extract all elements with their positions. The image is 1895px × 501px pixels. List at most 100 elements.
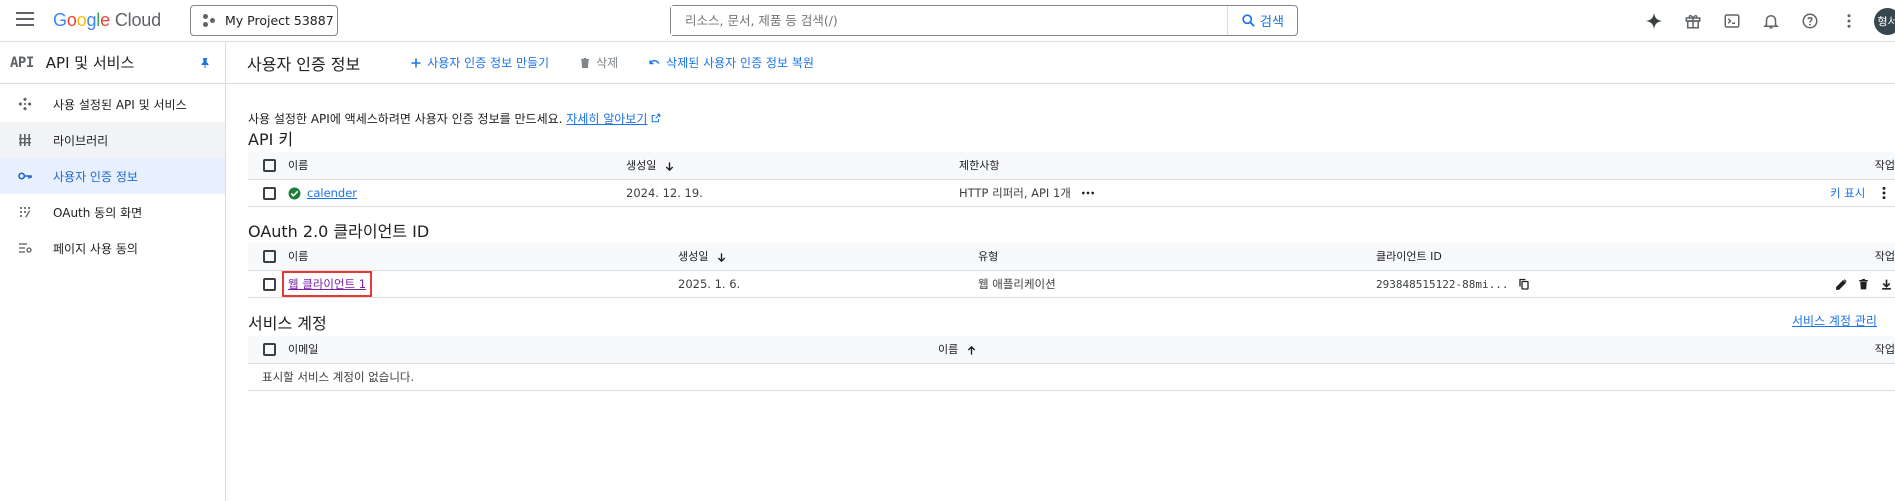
logo-letter: o <box>76 10 87 30</box>
restore-deleted-credentials-button[interactable]: 삭제된 사용자 인증 정보 복원 <box>648 54 814 71</box>
search-icon <box>1242 14 1255 27</box>
action-bar: 사용자 인증 정보 사용자 인증 정보 만들기 삭제 삭제된 사용자 인증 정보… <box>227 42 1895 84</box>
google-cloud-logo[interactable]: Google Cloud <box>53 10 161 31</box>
column-header-actions: 작업 <box>1874 343 1895 357</box>
page-title: 사용자 인증 정보 <box>247 54 361 74</box>
delete-label: 삭제 <box>596 56 619 70</box>
project-icon <box>203 13 217 28</box>
top-bar: GoogleCloud My Project 53887 검색 형서 <box>0 0 1895 42</box>
api-hub-icon <box>17 96 33 112</box>
copy-icon[interactable] <box>1518 278 1530 290</box>
api-logo: API <box>10 54 34 71</box>
sidebar-item-label: 라이브러리 <box>53 133 109 148</box>
restore-label: 삭제된 사용자 인증 정보 복원 <box>666 56 814 70</box>
select-all-checkbox[interactable] <box>263 250 276 263</box>
api-key-name-link[interactable]: calender <box>307 186 357 200</box>
logo-letter: e <box>100 10 110 30</box>
main-content: 사용자 인증 정보 사용자 인증 정보 만들기 삭제 삭제된 사용자 인증 정보… <box>227 42 1895 501</box>
sidebar-nav: 사용 설정된 API 및 서비스 라이브러리 사용자 인증 정보 OAuth 동… <box>0 84 225 266</box>
oauth-client-type: 웹 애플리케이션 <box>978 276 1056 291</box>
table-row: calender 2024. 12. 19. HTTP 리퍼러, API 1개 … <box>248 179 1895 207</box>
column-header-name: 이름 <box>288 159 309 173</box>
learn-more-label: 자세히 알아보기 <box>566 112 648 126</box>
sidebar-item-credentials[interactable]: 사용자 인증 정보 <box>0 158 225 194</box>
sidebar-item-oauth-consent[interactable]: OAuth 동의 화면 <box>0 194 225 230</box>
search-button[interactable]: 검색 <box>1227 6 1297 35</box>
sidebar-item-page-usage-agreements[interactable]: 페이지 사용 동의 <box>0 230 225 266</box>
logo-letter: g <box>86 10 97 30</box>
service-accounts-title: 서비스 계정 <box>248 314 327 333</box>
intro-text: 사용 설정한 API에 액세스하려면 사용자 인증 정보를 만드세요. 자세히 … <box>248 110 661 127</box>
column-header-email: 이메일 <box>288 343 319 357</box>
table-header-row: 이름 생성일 유형 클라이언트 ID 작업 <box>248 243 1895 271</box>
api-keys-table: 이름 생성일 제한사항 작업 calender 2024. 12. 19. HT… <box>248 152 1895 207</box>
arrow-up-icon[interactable] <box>966 345 977 356</box>
oauth-client-created: 2025. 1. 6. <box>678 276 741 291</box>
plus-icon <box>411 58 421 67</box>
api-key-created: 2024. 12. 19. <box>626 185 703 200</box>
create-credentials-button[interactable]: 사용자 인증 정보 만들기 <box>410 54 549 71</box>
column-header-name[interactable]: 이름 <box>938 343 958 356</box>
learn-more-link[interactable]: 자세히 알아보기 <box>566 112 647 126</box>
column-header-created[interactable]: 생성일 <box>626 159 656 172</box>
sidebar-item-label: 사용 설정된 API 및 서비스 <box>53 97 187 112</box>
avatar[interactable]: 형서 <box>1874 7 1895 35</box>
download-icon[interactable] <box>1880 278 1893 291</box>
select-all-checkbox[interactable] <box>263 159 276 172</box>
trash-icon[interactable] <box>1857 278 1870 291</box>
terminal-icon[interactable] <box>1712 0 1751 42</box>
top-actions: 형서 <box>1634 0 1895 42</box>
oauth-client-name-link[interactable]: 웹 클라이언트 1 <box>281 270 373 297</box>
project-name: My Project 53887 <box>225 13 334 28</box>
sidebar-item-library[interactable]: 라이브러리 <box>0 122 225 158</box>
help-icon[interactable] <box>1790 0 1829 42</box>
show-key-button[interactable]: 키 표시 <box>1830 186 1865 200</box>
delete-button[interactable]: 삭제 <box>579 54 618 71</box>
logo-letter: o <box>66 10 77 30</box>
menu-icon[interactable] <box>16 12 34 28</box>
sidebar: API API 및 서비스 사용 설정된 API 및 서비스 라이브러리 사용자… <box>0 42 226 501</box>
api-key-restrictions: HTTP 리퍼러, API 1개 <box>959 185 1071 200</box>
row-checkbox[interactable] <box>263 186 276 200</box>
gift-icon[interactable] <box>1673 0 1712 42</box>
create-credentials-label: 사용자 인증 정보 만들기 <box>427 56 550 70</box>
sidebar-title: API 및 서비스 <box>45 54 135 72</box>
project-picker-button[interactable]: My Project 53887 <box>190 5 338 36</box>
select-all-checkbox[interactable] <box>263 343 276 356</box>
search-bar: 검색 <box>670 5 1298 36</box>
arrow-down-icon[interactable] <box>716 252 727 263</box>
service-accounts-table: 이메일 이름 작업 표시할 서비스 계정이 없습니다. <box>248 336 1895 391</box>
open-in-new-icon <box>651 113 661 123</box>
consent-icon <box>17 204 33 220</box>
search-input[interactable] <box>671 6 1227 35</box>
column-header-type: 유형 <box>978 250 999 264</box>
sidebar-item-label: 페이지 사용 동의 <box>53 241 138 256</box>
sidebar-item-enabled-apis[interactable]: 사용 설정된 API 및 서비스 <box>0 86 225 122</box>
bell-icon[interactable] <box>1751 0 1790 42</box>
sidebar-item-label: 사용자 인증 정보 <box>53 169 138 184</box>
check-circle-icon <box>288 187 301 199</box>
more-horiz-icon[interactable] <box>1081 188 1095 198</box>
arrow-down-icon[interactable] <box>664 161 675 172</box>
table-row: 웹 클라이언트 1 2025. 1. 6. 웹 애플리케이션 293848515… <box>248 270 1895 298</box>
column-header-created[interactable]: 생성일 <box>678 250 708 263</box>
more-vert-icon[interactable] <box>1829 0 1868 42</box>
library-icon <box>17 132 33 148</box>
sidebar-header: API API 및 서비스 <box>0 42 225 84</box>
manage-service-accounts-link[interactable]: 서비스 계정 관리 <box>1792 312 1877 329</box>
api-keys-title: API 키 <box>248 130 294 149</box>
column-header-name: 이름 <box>288 250 309 264</box>
sidebar-item-label: OAuth 동의 화면 <box>53 205 143 220</box>
pin-icon[interactable] <box>199 56 211 73</box>
row-checkbox[interactable] <box>263 277 276 291</box>
column-header-restrictions: 제한사항 <box>959 159 1000 173</box>
column-header-actions: 작업 <box>1874 159 1895 173</box>
edit-icon[interactable] <box>1835 278 1848 291</box>
gemini-icon[interactable] <box>1634 0 1673 42</box>
oauth-client-id: 293848515122-88mi... <box>1376 277 1509 291</box>
empty-row: 표시할 서비스 계정이 없습니다. <box>248 363 1895 391</box>
empty-state-text: 표시할 서비스 계정이 없습니다. <box>262 369 415 384</box>
search-button-label: 검색 <box>1260 15 1284 30</box>
logo-letter: G <box>53 10 67 30</box>
more-vert-icon[interactable] <box>1877 186 1891 200</box>
